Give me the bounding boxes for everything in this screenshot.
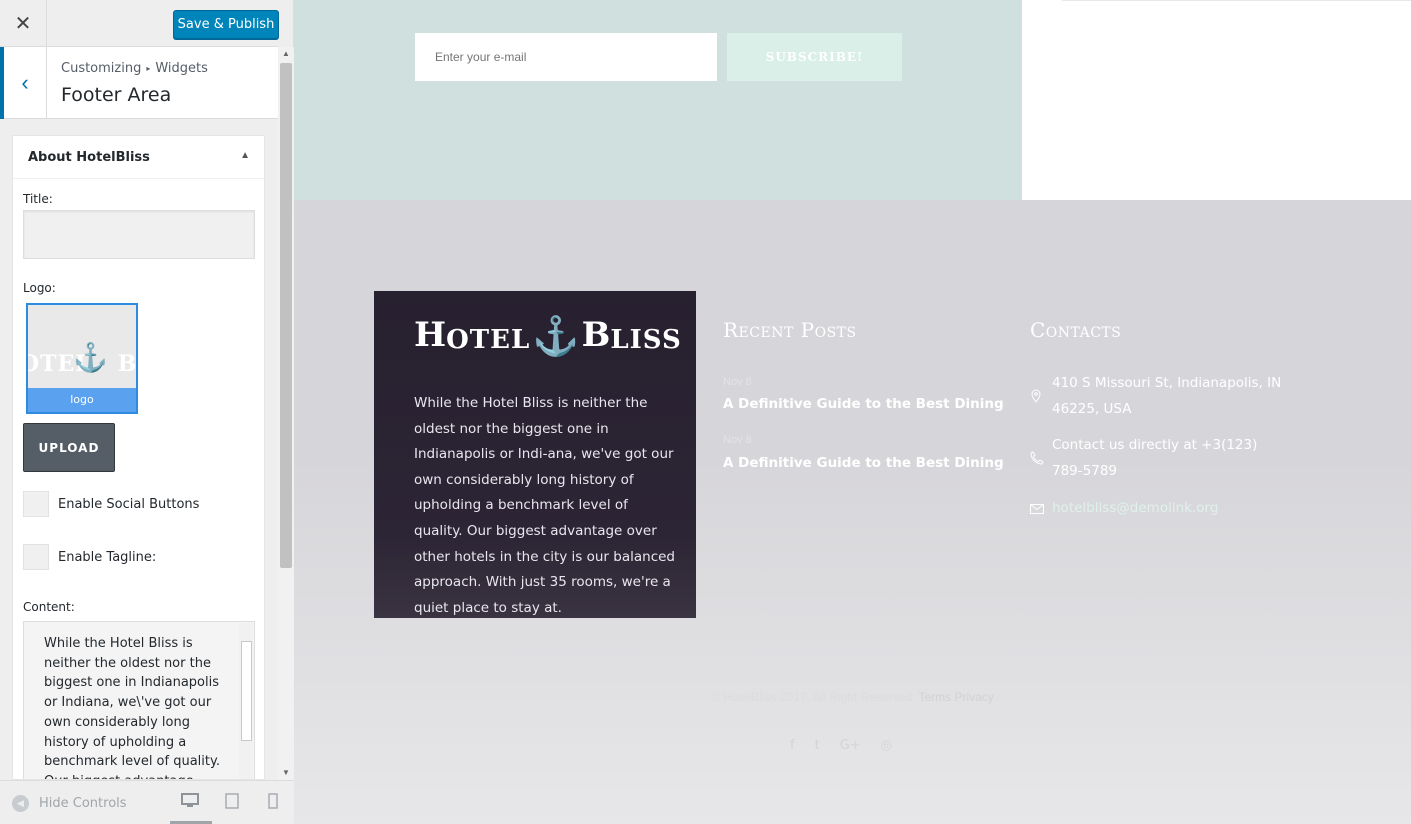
copyright: © HotelBliss 2017. All Right Reserved. T… [294, 690, 1411, 704]
social-links: f t G+ ◎ [790, 738, 892, 753]
brand-letter: B [581, 315, 611, 355]
social-buttons-label: Enable Social Buttons [58, 497, 200, 512]
subscribe-button[interactable]: SUBSCRIBE! [727, 33, 902, 81]
email-input[interactable] [415, 33, 717, 81]
textarea-scroll-thumb[interactable] [241, 641, 252, 741]
breadcrumb-separator-icon: ▸ [146, 64, 151, 73]
brand-text: LISS [610, 325, 682, 355]
breadcrumb-parent: Customizing [61, 61, 142, 76]
about-box: H OTEL ⚓ B LISS While the Hotel Bliss is nei… [374, 291, 696, 618]
logo-thumbnail[interactable]: OTEL BLI ⚓ logo [26, 303, 138, 414]
textarea-scrollbar[interactable] [239, 623, 253, 779]
site-preview: SUBSCRIBE! HOTEL⚓BLISS While the Hotel B… [294, 0, 1411, 824]
anchor-icon: ⚓ [73, 342, 108, 373]
hide-controls-button[interactable]: ◀ Hide Controls [12, 795, 127, 812]
content-textarea[interactable]: While the Hotel Bliss is neither the old… [23, 621, 255, 779]
phone-icon [1030, 451, 1044, 468]
map-pin-icon [1030, 389, 1042, 406]
anchor-icon: ⚓ [532, 313, 580, 358]
customizer-sidebar: ✕ Save & Publish ‹ Customizing ▸ Widgets F… [0, 0, 294, 824]
title-label: Title: [23, 192, 53, 206]
privacy-link[interactable]: Privacy [955, 690, 994, 704]
logo-label: Logo: [23, 281, 56, 295]
contact-address: 410 S Missouri St, Indianapolis, IN 4622… [1052, 375, 1282, 417]
content-text: While the Hotel Bliss is neither the old… [44, 636, 220, 779]
section-title: Footer Area [61, 84, 172, 106]
subscribe-section: SUBSCRIBE! [294, 0, 1022, 200]
content-label: Content: [23, 600, 75, 614]
desktop-icon[interactable] [180, 793, 200, 813]
tagline-checkbox[interactable] [23, 544, 49, 570]
widget-title: About HotelBliss [28, 150, 150, 165]
hide-controls-label: Hide Controls [39, 796, 127, 811]
breadcrumb-child: Widgets [155, 61, 208, 76]
contacts-title: Contacts [1030, 318, 1122, 342]
post-date: Nov 8 [723, 376, 752, 388]
social-buttons-checkbox[interactable] [23, 491, 49, 517]
collapse-arrow-icon[interactable]: ▲ [240, 150, 250, 161]
brand-letter: H [414, 315, 447, 355]
back-icon[interactable]: ‹ [0, 47, 47, 119]
white-panel [1022, 0, 1411, 200]
about-widget-panel: About HotelBliss ▲ Title: Logo: OTEL BLI… [12, 135, 265, 780]
save-publish-button[interactable]: Save & Publish [173, 10, 279, 39]
sidebar-scrollbar[interactable]: ▲ ▼ [278, 47, 294, 780]
widget-header[interactable]: About HotelBliss ▲ [13, 136, 264, 179]
recent-posts-title: Recent Posts [723, 318, 857, 342]
terms-link[interactable]: Terms [919, 690, 952, 704]
scroll-down-icon[interactable]: ▼ [278, 766, 294, 780]
instagram-icon[interactable]: ◎ [881, 738, 892, 753]
facebook-icon[interactable]: f [790, 738, 795, 753]
breadcrumb: Customizing ▸ Widgets [61, 61, 208, 76]
tablet-icon[interactable] [222, 793, 242, 813]
contact-phone: Contact us directly at +3(123) 789-5789 [1052, 437, 1258, 479]
google-plus-icon[interactable]: G+ [840, 738, 861, 753]
twitter-icon[interactable]: t [815, 738, 820, 753]
logo-caption: logo [28, 388, 136, 412]
customizer-footer: ◀ Hide Controls [0, 780, 294, 824]
brand-logo: H OTEL ⚓ B LISS [414, 315, 682, 355]
brand-text: OTEL [446, 325, 531, 355]
mobile-icon[interactable] [263, 793, 283, 813]
contact-email-link[interactable]: hotelbliss@demolink.org [1052, 496, 1282, 522]
about-text: While the Hotel Bliss is neither the old… [414, 395, 675, 616]
post-title-link[interactable]: A Definitive Guide to the Best Dining [723, 455, 1004, 471]
close-icon[interactable]: ✕ [0, 0, 47, 47]
post-date: Nov 8 [723, 434, 752, 446]
tagline-label: Enable Tagline: [58, 550, 157, 565]
upload-button[interactable]: UPLOAD [23, 423, 115, 472]
scroll-thumb[interactable] [280, 63, 292, 568]
scroll-up-icon[interactable]: ▲ [278, 47, 294, 61]
collapse-icon: ◀ [12, 795, 29, 812]
customizer-header: ✕ Save & Publish [0, 0, 279, 47]
divider [1062, 0, 1411, 1]
copyright-text: © HotelBliss 2017. All Right Reserved. [711, 690, 916, 704]
mail-icon [1030, 502, 1044, 517]
post-title-link[interactable]: A Definitive Guide to the Best Dining [723, 396, 1004, 412]
section-header: ‹ Customizing ▸ Widgets Footer Area [0, 47, 278, 119]
title-input[interactable] [23, 210, 255, 259]
